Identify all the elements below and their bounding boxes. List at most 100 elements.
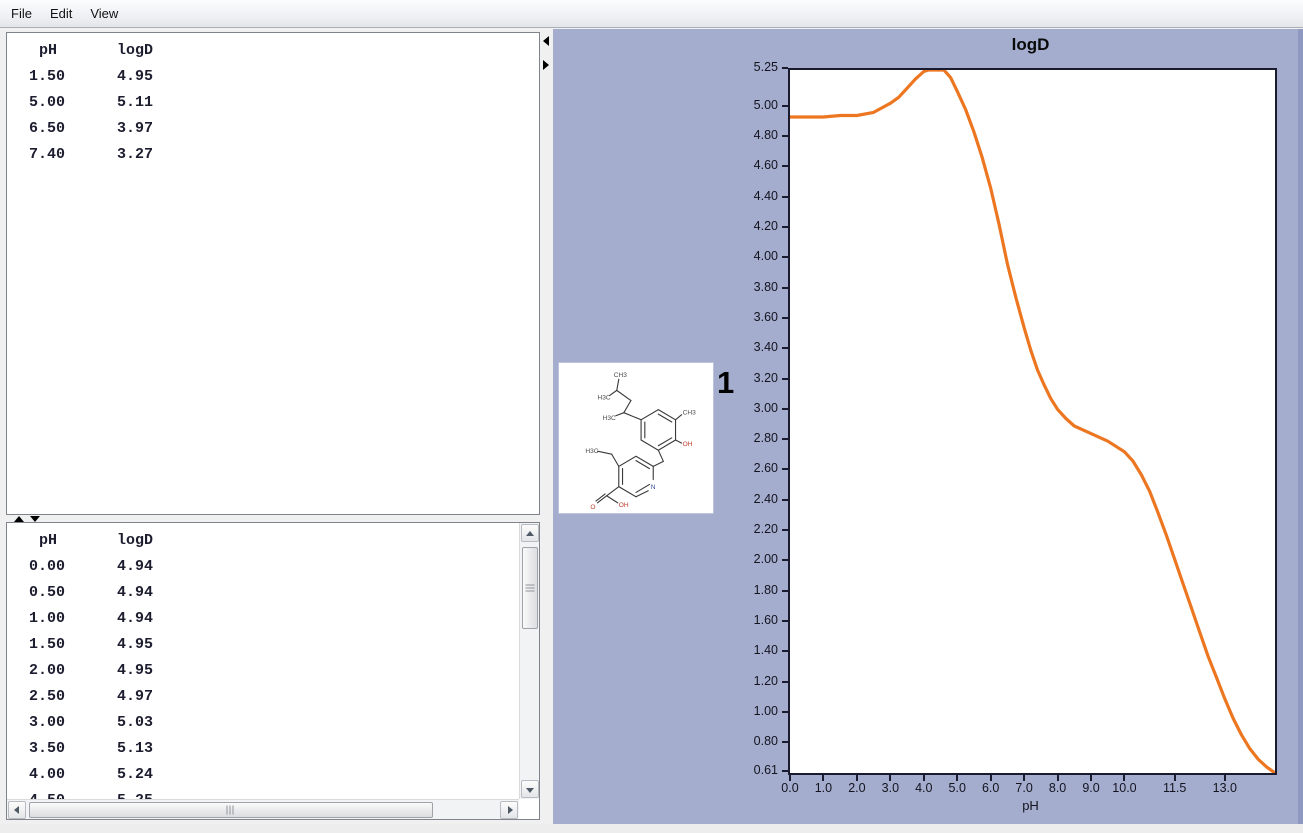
y-tick-label: 3.60 [722, 310, 778, 324]
table-row: 3.005.03 [7, 710, 539, 736]
x-tick-mark [923, 775, 925, 781]
table-row: 2.504.97 [7, 684, 539, 710]
collapse-right-icon[interactable] [543, 60, 549, 70]
atom-label: CH3 [614, 372, 628, 379]
y-tick-mark [782, 590, 788, 592]
horizontal-scrollbar[interactable] [7, 799, 519, 819]
y-tick-label: 1.80 [722, 583, 778, 597]
cell-value: 5.03 [95, 710, 153, 736]
vertical-scrollbar[interactable] [519, 523, 539, 799]
table-header-row: pHlogD [7, 528, 539, 554]
y-tick-mark [782, 741, 788, 743]
y-tick-mark [782, 67, 788, 69]
cell-value: 4.95 [95, 632, 153, 658]
horizontal-splitter[interactable] [6, 515, 540, 522]
y-tick-label: 2.60 [722, 461, 778, 475]
table-row: 0.004.94 [7, 554, 539, 580]
y-tick-label: 0.80 [722, 734, 778, 748]
x-axis-label: pH [788, 798, 1273, 813]
app-window: File Edit View pHlogD1.504.955.005.116.5… [0, 0, 1303, 833]
cell-value: 6.50 [7, 116, 95, 142]
x-tick-mark [1123, 775, 1125, 781]
cell-value: 2.00 [7, 658, 95, 684]
vertical-splitter[interactable] [540, 32, 553, 821]
table-row: 2.004.95 [7, 658, 539, 684]
chart-panel: CH3 H3C H3C CH3 OH N H3C O OH 1 logD 5.2… [553, 29, 1303, 824]
cell-value: 0.00 [7, 554, 95, 580]
menu-view[interactable]: View [81, 2, 127, 25]
collapse-left-icon[interactable] [543, 36, 549, 46]
column-header: pH [7, 38, 95, 64]
scroll-down-button[interactable] [521, 780, 539, 798]
table-row: 7.403.27 [7, 142, 539, 168]
y-tick-mark [782, 317, 788, 319]
cell-value: 4.94 [95, 554, 153, 580]
y-tick-mark [782, 499, 788, 501]
y-tick-label: 4.60 [722, 158, 778, 172]
y-tick-mark [782, 165, 788, 167]
table-row: 6.503.97 [7, 116, 539, 142]
atom-label: H3C [585, 448, 598, 455]
y-tick-label: 1.00 [722, 704, 778, 718]
cell-value: 3.00 [7, 710, 95, 736]
arrow-up-icon [526, 531, 534, 536]
y-tick-mark [782, 438, 788, 440]
cell-value: 5.13 [95, 736, 153, 762]
y-tick-mark [782, 378, 788, 380]
y-tick-label: 5.00 [722, 98, 778, 112]
y-tick-mark [782, 256, 788, 258]
horizontal-scroll-thumb[interactable] [29, 802, 433, 818]
y-tick-label: 1.60 [722, 613, 778, 627]
table-row: 1.504.95 [7, 632, 539, 658]
arrow-down-icon [526, 788, 534, 793]
detail-table: pHlogD0.004.940.504.941.004.941.504.952.… [7, 528, 539, 814]
y-tick-label: 2.20 [722, 522, 778, 536]
y-tick-label: 1.40 [722, 643, 778, 657]
cell-value: 2.50 [7, 684, 95, 710]
plot-area [788, 68, 1277, 775]
y-tick-mark [782, 135, 788, 137]
cell-value: 4.95 [95, 658, 153, 684]
y-tick-mark [782, 105, 788, 107]
menu-file[interactable]: File [2, 2, 41, 25]
detail-table-panel: pHlogD0.004.940.504.941.004.941.504.952.… [6, 522, 540, 820]
cell-value: 4.00 [7, 762, 95, 788]
atom-label: OH [683, 441, 693, 448]
y-tick-label: 3.40 [722, 340, 778, 354]
y-tick-label: 2.40 [722, 492, 778, 506]
y-tick-mark [782, 226, 788, 228]
x-tick-label: 10.0 [1102, 781, 1146, 795]
y-tick-mark [782, 529, 788, 531]
cell-value: 4.94 [95, 580, 153, 606]
x-tick-mark [856, 775, 858, 781]
cell-value: 1.00 [7, 606, 95, 632]
x-tick-mark [822, 775, 824, 781]
x-tick-label: 13.0 [1203, 781, 1247, 795]
x-tick-mark [990, 775, 992, 781]
chart-title: logD [788, 35, 1273, 55]
molecule-svg: CH3 H3C H3C CH3 OH N H3C O OH [559, 363, 711, 511]
y-tick-label: 3.80 [722, 280, 778, 294]
scroll-up-button[interactable] [521, 524, 539, 542]
y-tick-label: 1.20 [722, 674, 778, 688]
y-tick-mark [782, 770, 788, 772]
menu-bar: File Edit View [0, 0, 1303, 28]
cell-value: 0.50 [7, 580, 95, 606]
arrow-right-icon [508, 806, 513, 814]
y-tick-label: 3.00 [722, 401, 778, 415]
scroll-right-button[interactable] [500, 801, 518, 819]
column-header: logD [95, 38, 153, 64]
menu-edit[interactable]: Edit [41, 2, 81, 25]
table-row: 1.004.94 [7, 606, 539, 632]
scroll-left-button[interactable] [8, 801, 26, 819]
arrow-left-icon [14, 806, 19, 814]
y-tick-mark [782, 711, 788, 713]
cell-value: 1.50 [7, 64, 95, 90]
table-row: 0.504.94 [7, 580, 539, 606]
x-tick-mark [789, 775, 791, 781]
cell-value: 5.00 [7, 90, 95, 116]
vertical-scroll-thumb[interactable] [522, 547, 538, 629]
x-tick-mark [1224, 775, 1226, 781]
table-header-row: pHlogD [7, 38, 539, 64]
y-tick-label: 4.00 [722, 249, 778, 263]
